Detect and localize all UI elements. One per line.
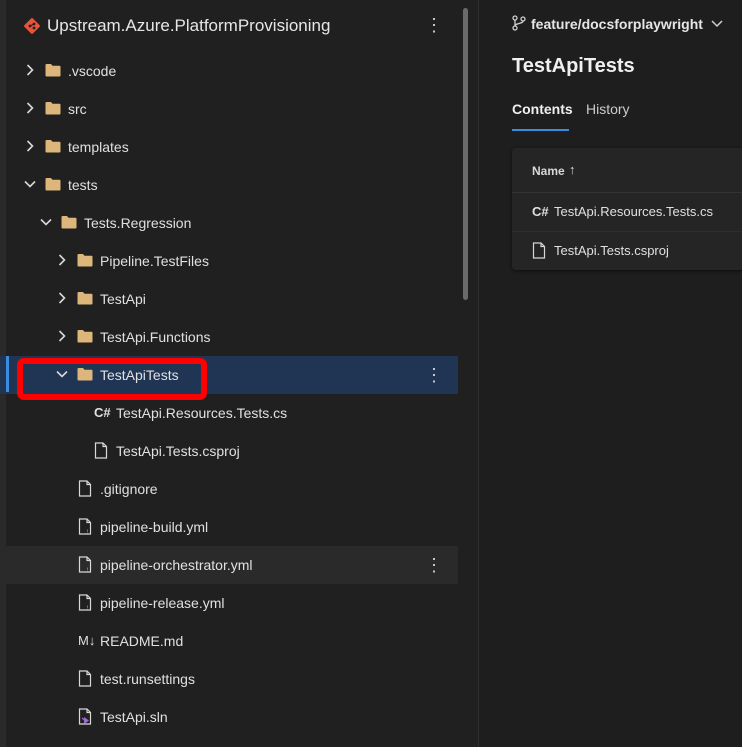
tree-item-gitignore[interactable]: .gitignore xyxy=(0,470,458,508)
csharp-file-icon: C# xyxy=(94,405,111,420)
yaml-file-icon: ! xyxy=(78,518,92,535)
csharp-file-icon: C# xyxy=(532,204,549,219)
git-repo-icon xyxy=(24,18,40,34)
chevron-right-icon[interactable] xyxy=(23,101,37,115)
markdown-file-icon: M↓ xyxy=(78,633,96,648)
repo-header: Upstream.Azure.PlatformProvisioning ⋮ xyxy=(0,0,460,52)
branch-label: feature/docsforplaywright xyxy=(531,16,703,32)
chevron-down-icon[interactable] xyxy=(23,177,37,191)
yaml-file-icon: ! xyxy=(78,594,92,611)
tree-item-src[interactable]: src xyxy=(0,90,458,128)
tree-item-testapi-sln[interactable]: TestApi.sln xyxy=(0,698,458,736)
folder-icon xyxy=(61,216,77,229)
chevron-right-icon[interactable] xyxy=(55,329,69,343)
tree-item-label: TestApi xyxy=(100,291,146,307)
tree-item-vscode[interactable]: .vscode xyxy=(0,52,458,90)
tree-item-testapi-functions[interactable]: TestApi.Functions xyxy=(0,318,458,356)
chevron-down-icon[interactable] xyxy=(39,215,53,229)
tree-item-testapi-tests-csproj[interactable]: TestApi.Tests.csproj xyxy=(0,432,458,470)
folder-icon xyxy=(45,102,61,115)
sort-ascending-icon[interactable]: ↑ xyxy=(569,162,576,177)
column-name-header[interactable]: Name xyxy=(532,164,565,178)
file-icon xyxy=(532,242,546,259)
table-row[interactable]: C# TestApi.Resources.Tests.cs xyxy=(512,193,742,232)
chevron-right-icon[interactable] xyxy=(23,139,37,153)
table-row-label[interactable]: TestApi.Resources.Tests.cs xyxy=(554,204,713,219)
tree-item-label: TestApi.sln xyxy=(100,709,168,725)
tab-history[interactable]: History xyxy=(586,101,630,117)
tree-item-label: tests xyxy=(68,177,98,193)
tree-item-label: TestApi.Resources.Tests.cs xyxy=(116,405,288,421)
folder-icon xyxy=(77,292,93,305)
tree-item-label: .vscode xyxy=(68,63,117,79)
folder-icon xyxy=(45,140,61,153)
folder-icon xyxy=(77,254,93,267)
yaml-file-icon: ! xyxy=(78,556,92,573)
tree-item-testapi[interactable]: TestApi xyxy=(0,280,458,318)
tree-item-pipeline-testfiles[interactable]: Pipeline.TestFiles xyxy=(0,242,458,280)
highlight-annotation-box xyxy=(17,358,207,400)
tree-item-label: TestApi.Tests.csproj xyxy=(116,443,240,459)
tree-item-label: pipeline-orchestrator.yml xyxy=(100,557,253,573)
tree-item-test-runsettings[interactable]: test.runsettings xyxy=(0,660,458,698)
tree-item-pipeline-orchestrator-yml[interactable]: ! pipeline-orchestrator.yml ⋮ xyxy=(0,546,458,584)
page-title: TestApiTests xyxy=(512,55,635,77)
file-icon xyxy=(78,670,92,687)
svg-text:!: ! xyxy=(87,568,88,574)
chevron-right-icon[interactable] xyxy=(23,63,37,77)
branch-icon xyxy=(512,15,526,31)
table-header: Name ↑ xyxy=(512,148,742,193)
chevron-right-icon[interactable] xyxy=(55,291,69,305)
contents-table: Name ↑ C# TestApi.Resources.Tests.cs Tes… xyxy=(512,148,742,270)
svg-text:!: ! xyxy=(87,606,88,612)
solution-file-icon xyxy=(78,708,92,725)
file-icon xyxy=(78,480,92,497)
tree-item-readme-md[interactable]: M↓ README.md xyxy=(0,622,458,660)
tree-item-label: TestApi.Functions xyxy=(100,329,211,345)
tree-item-label: templates xyxy=(68,139,129,155)
table-row[interactable]: TestApi.Tests.csproj xyxy=(512,232,742,270)
folder-icon xyxy=(45,64,61,77)
selected-row-accent xyxy=(6,356,9,392)
tree-item-label: src xyxy=(68,101,87,117)
table-row-label[interactable]: TestApi.Tests.csproj xyxy=(554,243,669,258)
tree-item-label: Tests.Regression xyxy=(84,215,192,231)
chevron-down-icon xyxy=(711,16,723,32)
tree-item-tests[interactable]: tests xyxy=(0,166,458,204)
tree-item-tests-regression[interactable]: Tests.Regression xyxy=(0,204,458,242)
folder-icon xyxy=(77,330,93,343)
active-tab-indicator xyxy=(512,129,569,131)
tree-item-pipeline-build-yml[interactable]: ! pipeline-build.yml xyxy=(0,508,458,546)
repo-title[interactable]: Upstream.Azure.PlatformProvisioning xyxy=(47,16,330,36)
folder-icon xyxy=(45,178,61,191)
tree-item-label: .gitignore xyxy=(100,481,158,497)
tree-item-label: Pipeline.TestFiles xyxy=(100,253,209,269)
tree-item-templates[interactable]: templates xyxy=(0,128,458,166)
tree-item-label: pipeline-release.yml xyxy=(100,595,225,611)
row-more-icon[interactable]: ⋮ xyxy=(424,555,444,575)
tab-contents[interactable]: Contents xyxy=(512,101,573,117)
tree-scrollbar[interactable] xyxy=(463,8,468,300)
tree-item-label: pipeline-build.yml xyxy=(100,519,209,535)
tree-item-pipeline-release-yml[interactable]: ! pipeline-release.yml xyxy=(0,584,458,622)
row-more-icon[interactable]: ⋮ xyxy=(424,365,444,385)
chevron-right-icon[interactable] xyxy=(55,253,69,267)
svg-text:!: ! xyxy=(87,530,88,536)
tree-item-label: test.runsettings xyxy=(100,671,195,687)
branch-selector[interactable]: feature/docsforplaywright xyxy=(531,16,723,32)
repo-more-icon[interactable]: ⋮ xyxy=(424,15,444,35)
file-icon xyxy=(94,442,108,459)
tree-item-label: README.md xyxy=(100,633,184,649)
